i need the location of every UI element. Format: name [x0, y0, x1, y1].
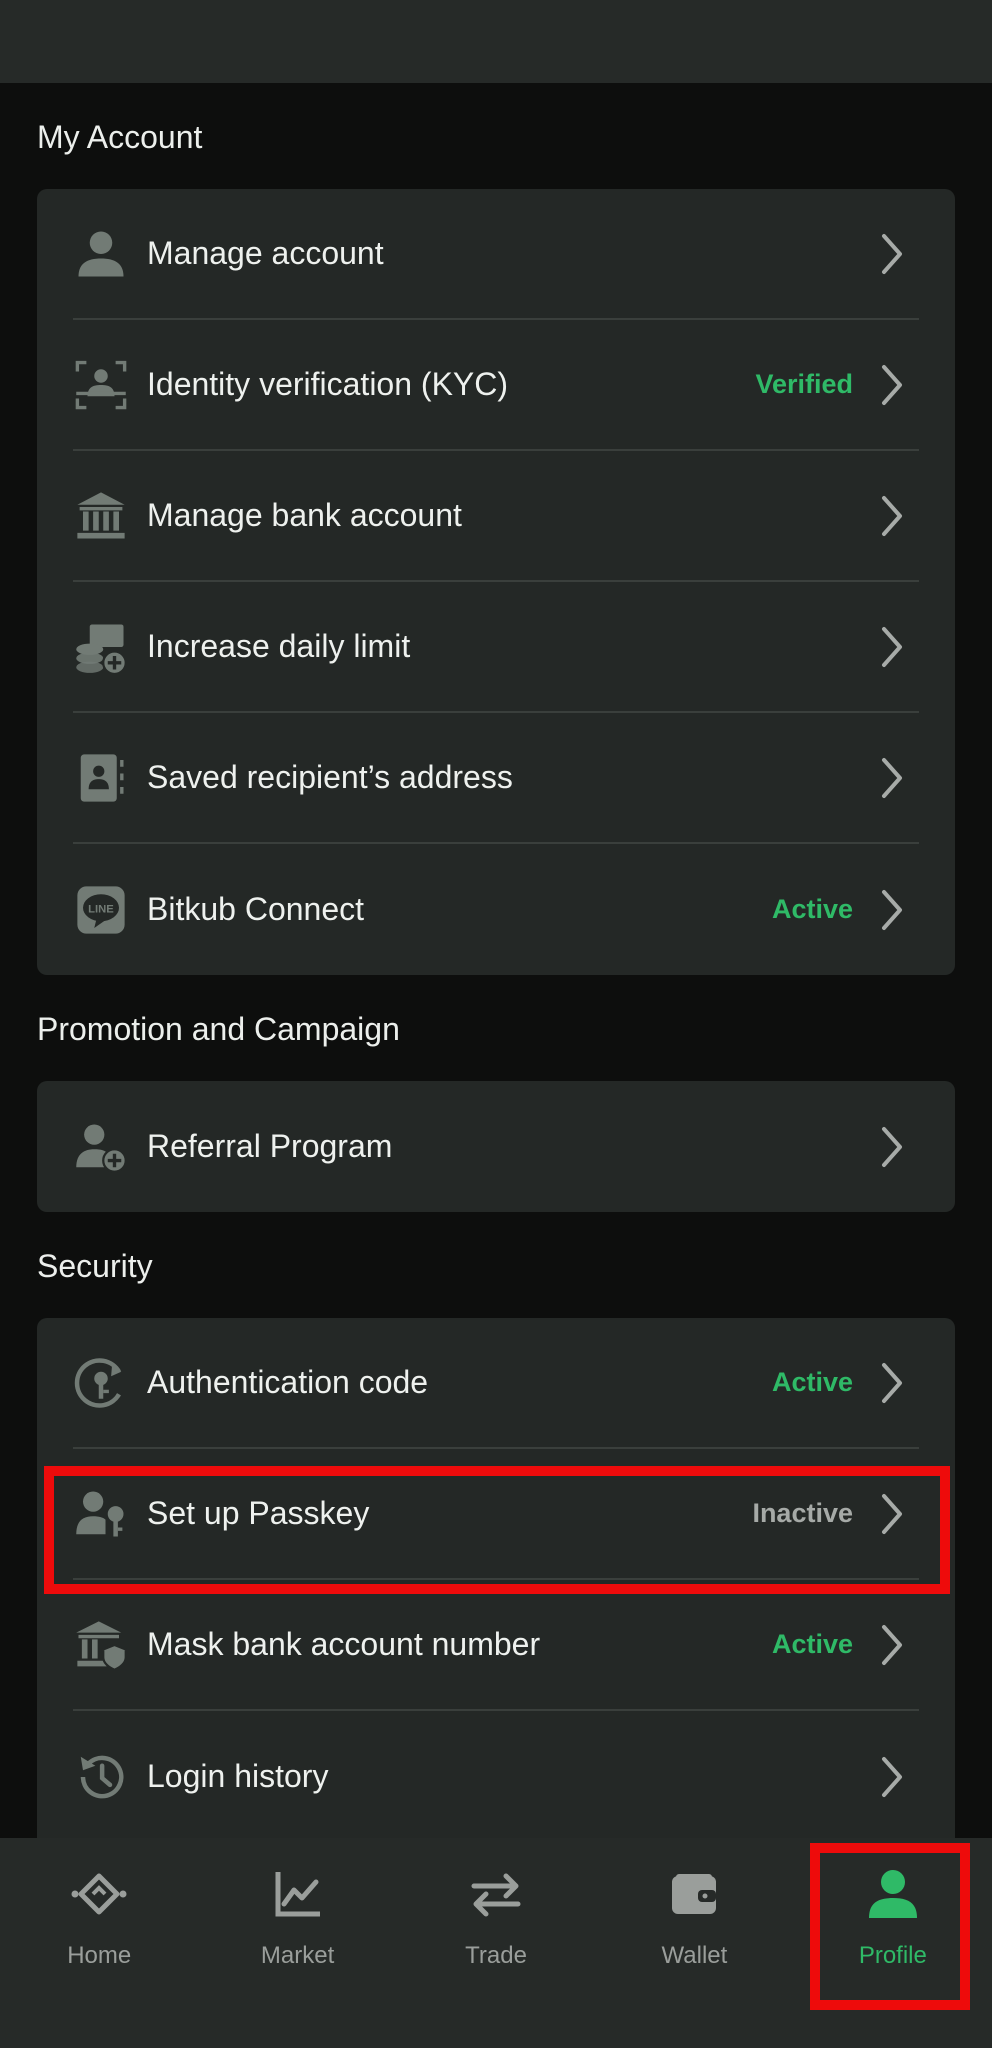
row-label: Manage account	[147, 235, 384, 271]
wallet-icon	[662, 1862, 726, 1926]
bank-icon	[73, 488, 129, 544]
row-label: Login history	[147, 1758, 329, 1794]
nav-profile[interactable]: Profile	[794, 1838, 992, 2048]
key-refresh-icon	[73, 1355, 129, 1411]
coins-plus-icon	[73, 619, 129, 675]
contact-book-icon	[73, 750, 129, 806]
nav-market[interactable]: Market	[198, 1838, 396, 2048]
chevron-right-icon	[873, 231, 911, 277]
promotion-card: Referral Program	[37, 1081, 955, 1212]
row-label: Set up Passkey	[147, 1495, 370, 1531]
section-title-security: Security	[37, 1248, 153, 1284]
status-active: Active	[771, 1367, 853, 1397]
market-chart-icon	[266, 1862, 330, 1926]
row-authentication-code[interactable]: Authentication code Active	[73, 1318, 919, 1449]
row-label: Saved recipient’s address	[147, 759, 513, 795]
row-label: Referral Program	[147, 1128, 393, 1164]
bank-shield-icon	[73, 1617, 129, 1673]
security-card: Authentication code Active Set up Passke…	[37, 1318, 955, 1842]
row-mask-bank-account-number[interactable]: Mask bank account number Active	[73, 1580, 919, 1711]
row-label: Bitkub Connect	[147, 891, 365, 927]
profile-screen: My Account Manage account Identity verif…	[0, 0, 992, 2048]
chevron-right-icon	[873, 887, 911, 933]
status-active: Active	[771, 894, 853, 924]
chevron-right-icon	[873, 624, 911, 670]
settings-content: My Account Manage account Identity verif…	[0, 83, 992, 1842]
section-title-my-account: My Account	[37, 119, 203, 155]
section-title-promotion: Promotion and Campaign	[37, 1011, 400, 1047]
user-icon	[73, 226, 129, 282]
status-verified: Verified	[755, 369, 853, 399]
nav-label-market: Market	[260, 1942, 335, 1969]
user-key-icon	[73, 1486, 129, 1542]
row-label: Mask bank account number	[147, 1626, 541, 1662]
nav-label-home: Home	[67, 1942, 132, 1969]
chevron-right-icon	[873, 362, 911, 408]
nav-home[interactable]: Home	[0, 1838, 198, 2048]
chevron-right-icon	[873, 1754, 911, 1800]
chevron-right-icon	[873, 493, 911, 539]
line-logo-text: LINE	[88, 903, 114, 915]
nav-trade[interactable]: Trade	[397, 1838, 595, 2048]
nav-label-wallet: Wallet	[661, 1942, 728, 1969]
row-identity-verification[interactable]: Identity verification (KYC) Verified	[73, 320, 919, 451]
bottom-nav: Home Market Trade Wallet Profile	[0, 1838, 992, 2048]
row-login-history[interactable]: Login history	[73, 1711, 919, 1842]
chevron-right-icon	[873, 1622, 911, 1668]
row-label: Identity verification (KYC)	[147, 366, 509, 402]
row-increase-daily-limit[interactable]: Increase daily limit	[73, 582, 919, 713]
status-active: Active	[771, 1629, 853, 1659]
row-referral-program[interactable]: Referral Program	[73, 1081, 919, 1212]
user-add-icon	[73, 1119, 129, 1175]
nav-wallet[interactable]: Wallet	[595, 1838, 793, 2048]
row-label: Authentication code	[147, 1364, 429, 1400]
status-inactive: Inactive	[752, 1498, 853, 1528]
chevron-right-icon	[873, 1360, 911, 1406]
row-set-up-passkey[interactable]: Set up Passkey Inactive	[73, 1449, 919, 1580]
trade-arrows-icon	[464, 1862, 528, 1926]
row-label: Increase daily limit	[147, 628, 411, 664]
history-icon	[73, 1749, 129, 1805]
chevron-right-icon	[873, 755, 911, 801]
profile-icon	[861, 1862, 925, 1926]
face-scan-icon	[73, 357, 129, 413]
line-chat-icon: LINE	[73, 882, 129, 938]
row-saved-recipient-address[interactable]: Saved recipient’s address	[73, 713, 919, 844]
top-bar	[0, 0, 992, 83]
nav-label-profile: Profile	[858, 1942, 927, 1969]
row-manage-bank-account[interactable]: Manage bank account	[73, 451, 919, 582]
nav-label-trade: Trade	[465, 1942, 527, 1969]
chevron-right-icon	[873, 1124, 911, 1170]
row-label: Manage bank account	[147, 497, 462, 533]
chevron-right-icon	[873, 1491, 911, 1537]
home-icon	[67, 1862, 131, 1926]
row-bitkub-connect[interactable]: LINE Bitkub Connect Active	[73, 844, 919, 975]
my-account-card: Manage account Identity verification (KY…	[37, 189, 955, 975]
row-manage-account[interactable]: Manage account	[73, 189, 919, 320]
